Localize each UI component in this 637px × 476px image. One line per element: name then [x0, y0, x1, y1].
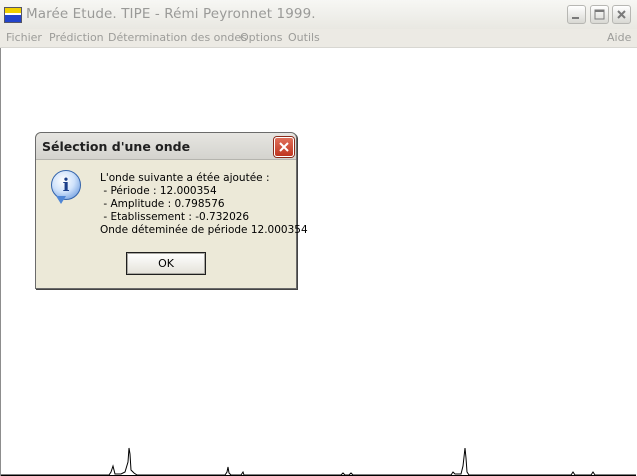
spectrum-line	[1, 447, 636, 476]
app-icon[interactable]	[4, 7, 22, 23]
menu-aide[interactable]: Aide	[607, 31, 631, 44]
main-window: Marée Etude. TIPE - Rémi Peyronnet 1999.…	[0, 0, 637, 476]
dialog-close-button[interactable]	[274, 137, 294, 157]
maximize-button[interactable]	[590, 5, 609, 24]
close-icon	[617, 10, 626, 19]
wave-selection-dialog: Sélection d'une onde i L'onde suivante a…	[35, 132, 308, 289]
message-line-5: Onde déteminée de période 12.000354	[100, 224, 308, 236]
title-bar[interactable]: Marée Etude. TIPE - Rémi Peyronnet 1999.	[0, 0, 637, 30]
dialog-title-bar[interactable]: Sélection d'une onde	[36, 133, 296, 160]
maximize-icon	[594, 9, 605, 20]
message-line-3: - Amplitude : 0.798576	[100, 198, 225, 210]
minimize-icon	[572, 17, 579, 19]
menu-fichier[interactable]: Fichier	[6, 31, 42, 44]
dialog-title: Sélection d'une onde	[42, 139, 191, 154]
menu-bar: Fichier Prédiction Détermination des ond…	[0, 29, 637, 48]
minimize-button[interactable]	[567, 5, 586, 24]
menu-options[interactable]: Options	[240, 31, 282, 44]
information-icon-tail	[56, 196, 66, 204]
window-title: Marée Etude. TIPE - Rémi Peyronnet 1999.	[26, 6, 316, 22]
ok-button[interactable]: OK	[126, 252, 206, 275]
menu-determination-des-ondes[interactable]: Détermination des ondes	[108, 31, 247, 44]
menu-outils[interactable]: Outils	[288, 31, 320, 44]
message-line-4: - Etablissement : -0.732026	[100, 211, 250, 223]
spectrum-plot	[1, 447, 636, 476]
close-icon	[279, 142, 289, 152]
menu-prediction[interactable]: Prédiction	[49, 31, 104, 44]
message-line-2: - Période : 12.000354	[100, 185, 217, 197]
dialog-body: i L'onde suivante a étée ajoutée : - Pér…	[36, 160, 308, 288]
close-window-button[interactable]	[612, 5, 631, 24]
message-line-1: L'onde suivante a étée ajoutée :	[100, 172, 270, 184]
